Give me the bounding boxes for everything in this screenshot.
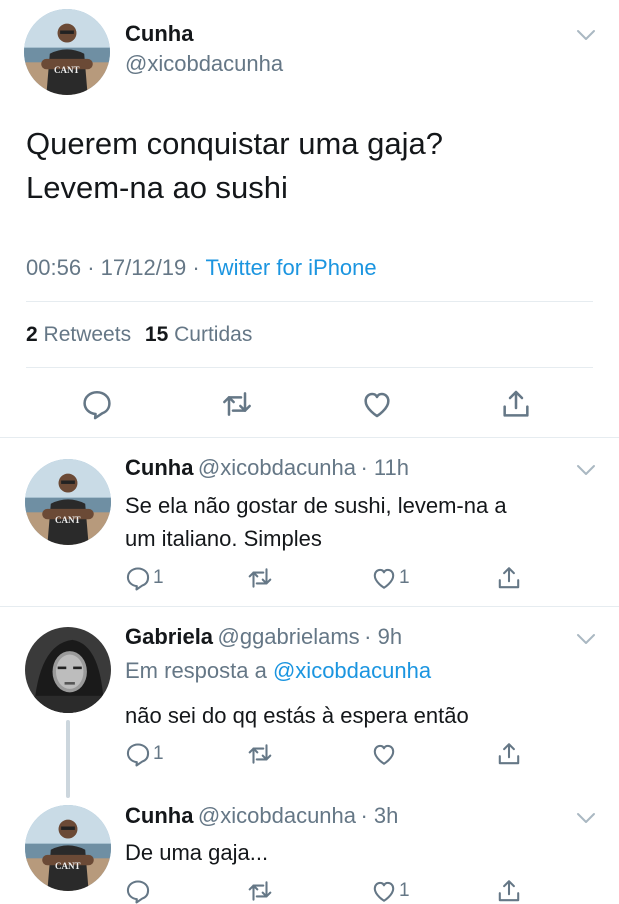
like-count: 1 bbox=[399, 880, 410, 901]
share-action[interactable] bbox=[496, 565, 522, 591]
reply-header: Cunha @xicobdacunha · 3h bbox=[125, 803, 398, 829]
reply-icon[interactable] bbox=[81, 388, 113, 420]
retweet-action[interactable] bbox=[246, 878, 276, 904]
display-name[interactable]: Cunha bbox=[125, 21, 193, 47]
retweet-icon[interactable] bbox=[220, 388, 254, 420]
retweet-icon bbox=[246, 878, 274, 904]
reply-count: 1 bbox=[153, 567, 164, 588]
in-reply-to: Em resposta a @xicobdacunha bbox=[125, 658, 431, 684]
time-ago[interactable]: · 3h bbox=[360, 803, 398, 828]
like-icon bbox=[371, 741, 397, 767]
reply-action[interactable] bbox=[125, 878, 153, 904]
in-reply-to-handle[interactable]: @xicobdacunha bbox=[273, 658, 431, 683]
like-icon bbox=[371, 878, 397, 904]
user-handle[interactable]: @xicobdacunha bbox=[198, 455, 356, 480]
avatar[interactable]: CANT bbox=[25, 459, 111, 545]
reply-text: De uma gaja... bbox=[125, 836, 268, 869]
avatar[interactable] bbox=[25, 627, 111, 713]
display-name[interactable]: Gabriela bbox=[125, 624, 213, 649]
reply-text-line: não sei do qq estás à espera então bbox=[125, 703, 469, 728]
avatar-image bbox=[25, 805, 111, 891]
retweet-action[interactable] bbox=[246, 741, 276, 767]
like-action[interactable]: 1 bbox=[371, 878, 410, 904]
like-icon bbox=[371, 565, 397, 591]
tweet-text: Querem conquistar uma gaja? Levem-na ao … bbox=[26, 122, 443, 210]
tweet-meta: 00:56 · 17/12/19 · Twitter for iPhone bbox=[26, 255, 377, 281]
tweet-source-link[interactable]: Twitter for iPhone bbox=[205, 255, 376, 280]
in-reply-to-label: Em resposta a bbox=[125, 658, 267, 683]
retweets-label: Retweets bbox=[43, 323, 132, 346]
divider bbox=[0, 437, 619, 438]
likes-stat[interactable]: 15 Curtidas bbox=[145, 323, 252, 346]
meta-separator: · bbox=[192, 255, 200, 280]
user-handle[interactable]: @xicobdacunha bbox=[125, 51, 283, 77]
share-action[interactable] bbox=[496, 741, 522, 767]
tweet-text-line: Querem conquistar uma gaja? bbox=[26, 126, 444, 161]
retweet-icon bbox=[246, 741, 274, 767]
reply-text-line: um italiano. Simples bbox=[125, 526, 322, 551]
divider bbox=[26, 301, 593, 302]
reply-text: não sei do qq estás à espera então bbox=[125, 699, 469, 732]
tweet-time[interactable]: 00:56 bbox=[26, 255, 81, 280]
reply-count: 1 bbox=[153, 743, 164, 764]
reply-icon bbox=[125, 741, 151, 767]
display-name[interactable]: Cunha bbox=[125, 455, 193, 480]
share-icon bbox=[496, 565, 522, 591]
share-icon bbox=[496, 878, 522, 904]
divider bbox=[26, 367, 593, 368]
retweets-stat[interactable]: 2 Retweets bbox=[26, 323, 137, 346]
chevron-down-icon[interactable] bbox=[576, 464, 596, 476]
retweets-count: 2 bbox=[26, 323, 38, 346]
divider bbox=[0, 606, 619, 607]
reply-text: Se ela não gostar de sushi, levem-na a u… bbox=[125, 489, 507, 555]
likes-count: 15 bbox=[144, 323, 169, 346]
user-handle[interactable]: @ggabrielams bbox=[218, 624, 360, 649]
avatar-shirt-text: CANT bbox=[55, 515, 81, 525]
avatar-shirt-text: CANT bbox=[55, 861, 81, 871]
avatar[interactable]: CANT bbox=[24, 9, 110, 95]
reply-action[interactable]: 1 bbox=[125, 741, 164, 767]
likes-label: Curtidas bbox=[174, 323, 253, 346]
time-ago[interactable]: · 9h bbox=[364, 624, 402, 649]
display-name[interactable]: Cunha bbox=[125, 803, 193, 828]
meta-separator: · bbox=[87, 255, 95, 280]
avatar-image bbox=[25, 627, 111, 713]
chevron-down-icon[interactable] bbox=[576, 812, 596, 824]
chevron-down-icon[interactable] bbox=[576, 633, 596, 645]
like-action[interactable]: 1 bbox=[371, 565, 410, 591]
chevron-down-icon[interactable] bbox=[576, 29, 596, 41]
like-icon[interactable] bbox=[361, 388, 393, 420]
tweet-date[interactable]: 17/12/19 bbox=[101, 255, 187, 280]
tweet-text-line: Levem-na ao sushi bbox=[26, 170, 288, 205]
avatar-shirt-text: CANT bbox=[54, 65, 80, 75]
like-count: 1 bbox=[399, 567, 410, 588]
reply-header: Cunha @xicobdacunha · 11h bbox=[125, 455, 409, 481]
retweet-action[interactable] bbox=[246, 565, 276, 591]
reply-text-line: De uma gaja... bbox=[125, 840, 269, 865]
reply-icon bbox=[125, 878, 151, 904]
share-action[interactable] bbox=[496, 878, 522, 904]
reply-action[interactable]: 1 bbox=[125, 565, 164, 591]
avatar[interactable]: CANT bbox=[25, 805, 111, 891]
retweet-icon bbox=[246, 565, 274, 591]
share-icon[interactable] bbox=[500, 388, 532, 420]
avatar-image bbox=[24, 9, 110, 95]
avatar-image bbox=[25, 459, 111, 545]
share-icon bbox=[496, 741, 522, 767]
tweet-stats: 2 Retweets 15 Curtidas bbox=[26, 323, 252, 347]
reply-text-line: Se ela não gostar de sushi, levem-na a bbox=[125, 493, 507, 518]
like-action[interactable] bbox=[371, 741, 399, 767]
thread-line bbox=[66, 720, 70, 798]
reply-header: Gabriela @ggabrielams · 9h bbox=[125, 624, 402, 650]
time-ago[interactable]: · 11h bbox=[360, 455, 409, 480]
user-handle[interactable]: @xicobdacunha bbox=[198, 803, 356, 828]
reply-icon bbox=[125, 565, 151, 591]
